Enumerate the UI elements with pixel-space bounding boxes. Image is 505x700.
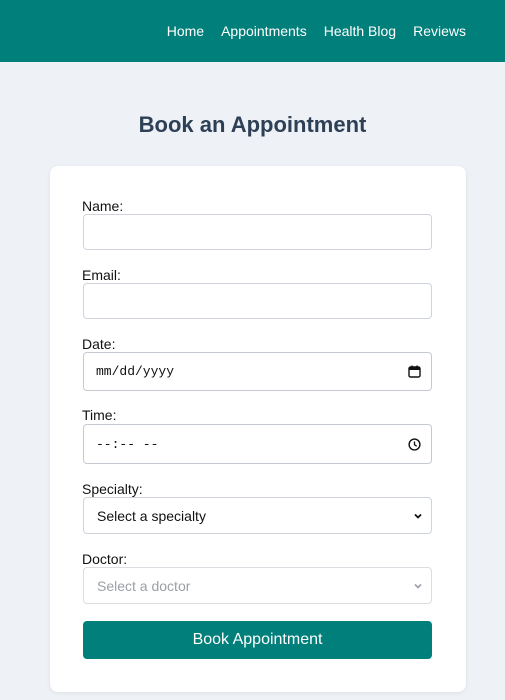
clock-icon[interactable] bbox=[408, 437, 421, 451]
nav-link-health-blog[interactable]: Health Blog bbox=[324, 23, 396, 39]
email-field[interactable] bbox=[83, 283, 432, 319]
book-appointment-button[interactable]: Book Appointment bbox=[83, 621, 432, 659]
name-label: Name: bbox=[82, 198, 124, 214]
date-input[interactable]: mm/dd/yyyy bbox=[83, 352, 432, 391]
page-title: Book an Appointment bbox=[138, 112, 367, 137]
nav-link-appointments[interactable]: Appointments bbox=[221, 23, 307, 39]
time-label: Time: bbox=[82, 407, 117, 423]
date-value: mm/dd/yyyy bbox=[96, 364, 175, 379]
specialty-select[interactable]: Select a specialty bbox=[83, 497, 432, 534]
date-label: Date: bbox=[82, 336, 116, 352]
email-label: Email: bbox=[82, 267, 121, 283]
main-nav: Home Appointments Health Blog Reviews bbox=[167, 0, 466, 62]
specialty-selected-value: Select a specialty bbox=[97, 507, 206, 524]
time-value: --:-- -- bbox=[96, 436, 159, 452]
top-navigation-bar: Home Appointments Health Blog Reviews bbox=[0, 0, 505, 62]
calendar-icon[interactable] bbox=[408, 365, 421, 378]
appointment-form: Name: Email: Date: mm/dd/yyyy Time: --:-… bbox=[50, 166, 466, 692]
nav-link-home[interactable]: Home bbox=[167, 23, 204, 39]
name-input[interactable] bbox=[96, 215, 419, 249]
doctor-select[interactable]: Select a doctor bbox=[83, 567, 432, 604]
nav-link-reviews[interactable]: Reviews bbox=[413, 23, 466, 39]
time-input[interactable]: --:-- -- bbox=[83, 424, 432, 464]
specialty-label: Specialty: bbox=[82, 481, 143, 497]
doctor-selected-value: Select a doctor bbox=[97, 577, 191, 594]
chevron-down-icon bbox=[413, 511, 423, 521]
chevron-down-icon bbox=[413, 581, 423, 591]
name-field[interactable] bbox=[83, 214, 432, 250]
doctor-label: Doctor: bbox=[82, 551, 128, 567]
email-input[interactable] bbox=[96, 284, 419, 318]
